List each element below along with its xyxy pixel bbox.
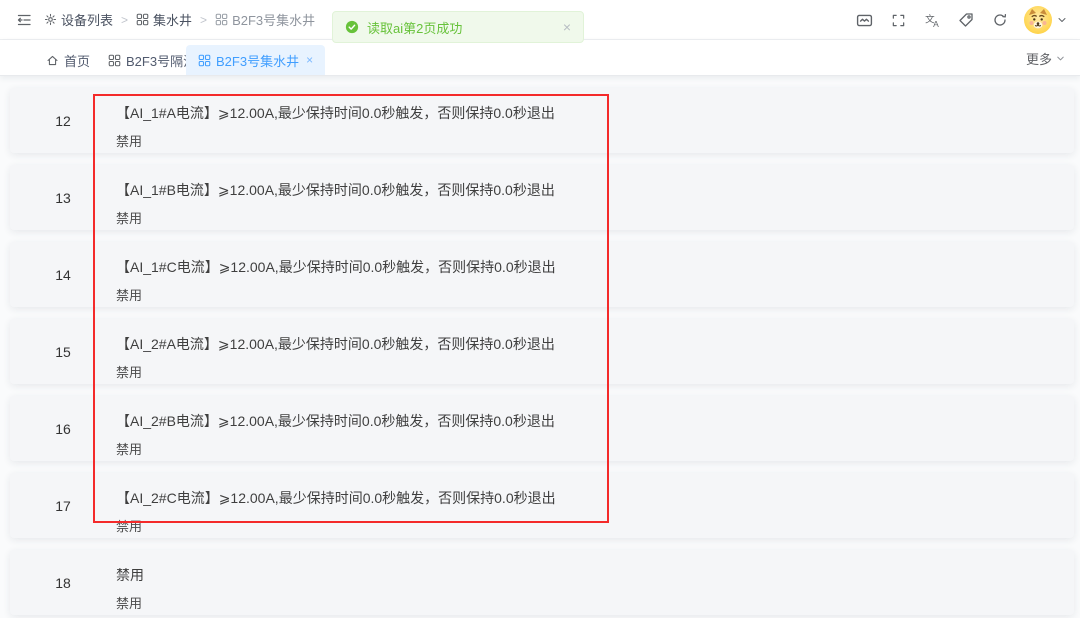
row-index: 16 bbox=[10, 396, 116, 461]
success-toast: 读取ai第2页成功 × bbox=[332, 11, 584, 43]
breadcrumb-item-current: B2F3号集水井 bbox=[215, 10, 315, 29]
refresh-icon[interactable] bbox=[990, 10, 1010, 30]
breadcrumb-item-sump[interactable]: 集水井 bbox=[136, 10, 192, 29]
breadcrumb-item-device-list[interactable]: 设备列表 bbox=[44, 10, 113, 29]
tab-label: 首页 bbox=[64, 51, 90, 70]
more-label: 更多 bbox=[1026, 49, 1052, 68]
sidebar-collapse-icon[interactable] bbox=[14, 10, 34, 30]
app-window: 设备列表 > 集水井 > B2F3号集水井 bbox=[0, 0, 1080, 618]
toast-close-icon[interactable]: × bbox=[563, 20, 571, 34]
rules-list: 12 【AI_1#A电流】⩾12.00A,最少保持时间0.0秒触发，否则保持0.… bbox=[10, 88, 1074, 618]
user-menu[interactable] bbox=[1024, 6, 1068, 34]
fullscreen-icon[interactable] bbox=[888, 10, 908, 30]
tab-bar: 首页 B2F3号隔油池 B2F3号集水井 × 更多 bbox=[0, 40, 1080, 76]
success-check-icon bbox=[345, 20, 359, 34]
rule-text: 【AI_2#B电流】⩾12.00A,最少保持时间0.0秒触发，否则保持0.0秒退… bbox=[116, 412, 1074, 430]
row-status: 禁用 bbox=[116, 208, 1074, 227]
tab-home[interactable]: 首页 bbox=[34, 45, 102, 75]
row-status: 禁用 bbox=[116, 439, 1074, 458]
grid-icon bbox=[215, 13, 228, 26]
row-index: 13 bbox=[10, 165, 116, 230]
grid-icon bbox=[136, 13, 149, 26]
rule-row[interactable]: 15 【AI_2#A电流】⩾12.00A,最少保持时间0.0秒触发，否则保持0.… bbox=[10, 319, 1074, 384]
grid-icon bbox=[198, 54, 211, 67]
translate-icon[interactable]: 文A bbox=[922, 10, 942, 30]
content-area: 12 【AI_1#A电流】⩾12.00A,最少保持时间0.0秒触发，否则保持0.… bbox=[0, 76, 1080, 618]
rule-row[interactable]: 17 【AI_2#C电流】⩾12.00A,最少保持时间0.0秒触发，否则保持0.… bbox=[10, 473, 1074, 538]
rule-row[interactable]: 13 【AI_1#B电流】⩾12.00A,最少保持时间0.0秒触发，否则保持0.… bbox=[10, 165, 1074, 230]
row-index: 14 bbox=[10, 242, 116, 307]
breadcrumb-label: B2F3号集水井 bbox=[232, 10, 315, 29]
rule-text: 禁用 bbox=[116, 566, 1074, 584]
breadcrumb-separator: > bbox=[200, 13, 207, 27]
row-index: 15 bbox=[10, 319, 116, 384]
toast-message: 读取ai第2页成功 bbox=[367, 18, 555, 37]
rule-row[interactable]: 18 禁用 禁用 bbox=[10, 550, 1074, 615]
row-index: 18 bbox=[10, 550, 116, 615]
breadcrumb-label: 设备列表 bbox=[61, 10, 113, 29]
more-dropdown[interactable]: 更多 bbox=[1026, 40, 1066, 76]
breadcrumb: 设备列表 > 集水井 > B2F3号集水井 bbox=[44, 10, 315, 29]
rule-text: 【AI_1#C电流】⩾12.00A,最少保持时间0.0秒触发，否则保持0.0秒退… bbox=[116, 258, 1074, 276]
tab-close-icon[interactable]: × bbox=[306, 53, 313, 67]
row-status: 禁用 bbox=[116, 285, 1074, 304]
grid-icon bbox=[108, 54, 121, 67]
row-status: 禁用 bbox=[116, 131, 1074, 150]
rule-row[interactable]: 16 【AI_2#B电流】⩾12.00A,最少保持时间0.0秒触发，否则保持0.… bbox=[10, 396, 1074, 461]
chevron-down-icon bbox=[1056, 14, 1068, 26]
breadcrumb-label: 集水井 bbox=[153, 10, 192, 29]
row-index: 12 bbox=[10, 88, 116, 153]
breadcrumb-separator: > bbox=[121, 13, 128, 27]
rule-text: 【AI_2#A电流】⩾12.00A,最少保持时间0.0秒触发，否则保持0.0秒退… bbox=[116, 335, 1074, 353]
chevron-down-icon bbox=[1055, 53, 1066, 64]
rule-text: 【AI_1#A电流】⩾12.00A,最少保持时间0.0秒触发，否则保持0.0秒退… bbox=[116, 104, 1074, 122]
rule-row[interactable]: 14 【AI_1#C电流】⩾12.00A,最少保持时间0.0秒触发，否则保持0.… bbox=[10, 242, 1074, 307]
avatar bbox=[1024, 6, 1052, 34]
home-icon bbox=[46, 54, 59, 67]
tab-label: B2F3号集水井 bbox=[216, 51, 299, 70]
tab-b2f3-sump-active[interactable]: B2F3号集水井 × bbox=[186, 45, 325, 75]
rule-text: 【AI_2#C电流】⩾12.00A,最少保持时间0.0秒触发，否则保持0.0秒退… bbox=[116, 489, 1074, 507]
row-index: 17 bbox=[10, 473, 116, 538]
row-status: 禁用 bbox=[116, 593, 1074, 612]
row-status: 禁用 bbox=[116, 362, 1074, 381]
tag-icon[interactable] bbox=[956, 10, 976, 30]
svg-text:A: A bbox=[933, 18, 939, 28]
row-status: 禁用 bbox=[116, 516, 1074, 535]
rule-text: 【AI_1#B电流】⩾12.00A,最少保持时间0.0秒触发，否则保持0.0秒退… bbox=[116, 181, 1074, 199]
rule-row[interactable]: 12 【AI_1#A电流】⩾12.00A,最少保持时间0.0秒触发，否则保持0.… bbox=[10, 88, 1074, 153]
screen-icon[interactable] bbox=[854, 10, 874, 30]
gear-icon bbox=[44, 13, 57, 26]
